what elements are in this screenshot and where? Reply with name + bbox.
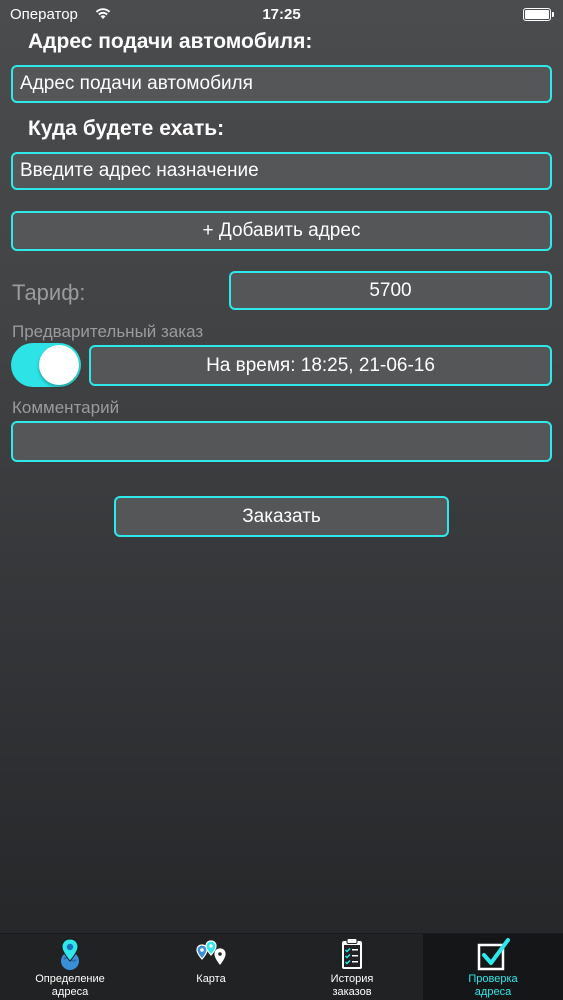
tariff-label: Тариф: <box>12 280 86 305</box>
preorder-time-button[interactable]: На время: 18:25, 21-06-16 <box>89 345 552 386</box>
preorder-toggle[interactable] <box>11 343 81 387</box>
checkbox-icon <box>477 938 510 971</box>
destination-address-input[interactable]: Введите адрес назначение <box>11 152 552 190</box>
clipboard-checklist-icon <box>342 938 362 969</box>
add-address-button[interactable]: + Добавить адрес <box>11 211 552 251</box>
tab-address-check-label: Проверка адреса <box>468 973 518 998</box>
clock: 17:25 <box>262 6 301 23</box>
tariff-value-field[interactable]: 5700 <box>229 271 552 310</box>
tab-map[interactable]: Карта <box>141 934 281 1000</box>
order-button[interactable]: Заказать <box>114 496 449 537</box>
pickup-address-placeholder: Адрес подачи автомобиля <box>20 73 253 94</box>
status-bar: Оператор 17:25 <box>0 0 563 30</box>
pickup-address-input[interactable]: Адрес подачи автомобиля <box>11 65 552 103</box>
globe-pin-icon <box>61 938 79 970</box>
toggle-knob <box>39 345 79 385</box>
pickup-heading: Адрес подачи автомобиля: <box>28 30 313 53</box>
tab-address-check[interactable]: Проверка адреса <box>423 934 563 1000</box>
tab-map-label: Карта <box>196 973 226 985</box>
comment-label: Комментарий <box>12 398 120 417</box>
destination-heading: Куда будете ехать: <box>28 117 225 140</box>
preorder-label: Предварительный заказ <box>12 322 204 341</box>
destination-address-placeholder: Введите адрес назначение <box>20 160 259 181</box>
tariff-value: 5700 <box>369 279 412 301</box>
comment-input[interactable] <box>11 421 552 462</box>
tab-order-history-label: История заказов <box>330 973 374 998</box>
map-pins-icon <box>196 940 226 965</box>
tab-order-history[interactable]: История заказов <box>282 934 422 1000</box>
tab-address-detection[interactable]: Определение адреса <box>0 934 140 1000</box>
tab-address-detection-label: Определение адреса <box>35 973 105 998</box>
add-address-label: + Добавить адрес <box>202 220 361 241</box>
order-button-label: Заказать <box>242 505 321 527</box>
preorder-time-label: На время: 18:25, 21-06-16 <box>206 354 435 376</box>
battery-icon <box>523 8 554 21</box>
tab-bar: Определение адреса Карта История заказов <box>0 933 563 1000</box>
